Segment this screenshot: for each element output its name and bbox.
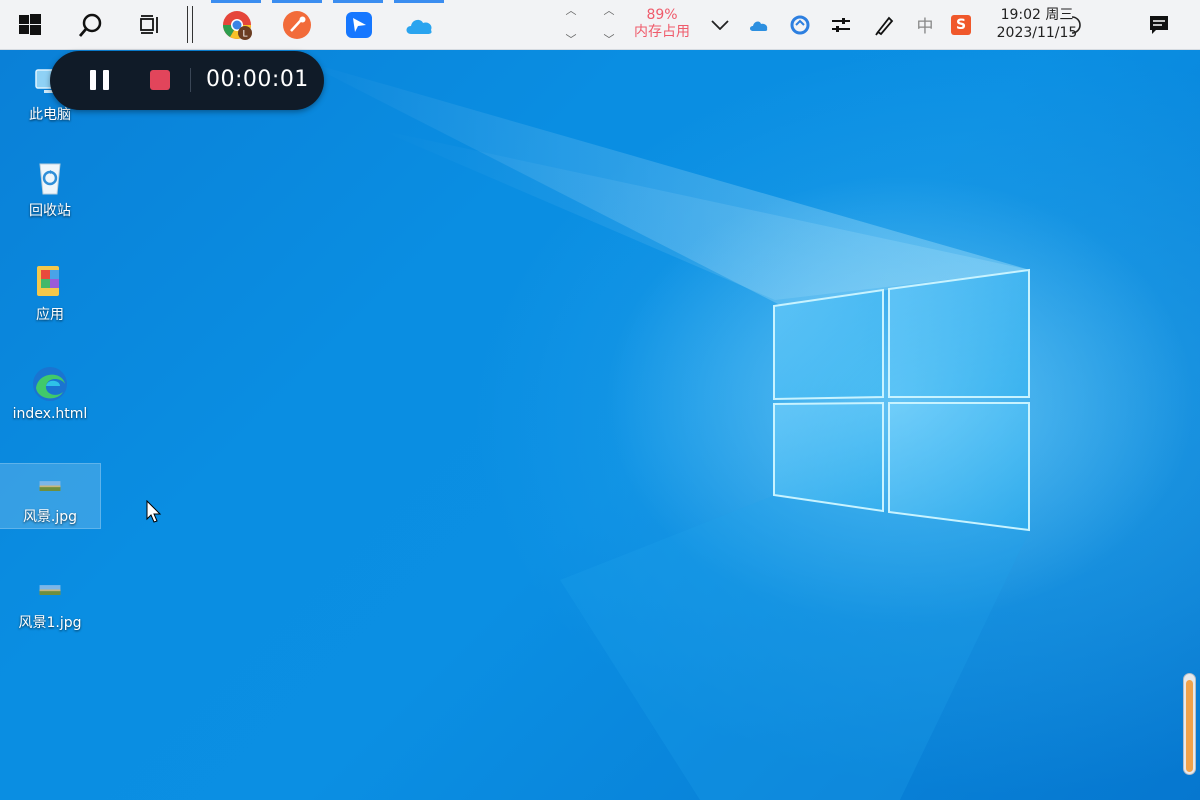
taskbar-app-onedrive[interactable] [396,0,442,49]
image-file-icon [39,585,61,595]
desktop-background: 此电脑 回收站 应用 index.html 风景.jpg 风景1.jpg [0,0,1200,800]
desktop-icon-label: 回收站 [29,203,71,219]
sogou-icon: S [951,14,971,35]
stop-button[interactable] [150,70,170,90]
clock-sync-indicator [1066,0,1084,49]
desktop-icon-landscape1-jpg[interactable]: 风景1.jpg [0,570,100,634]
desktop-icon-label: 应用 [36,307,64,323]
image-file-icon [39,481,61,491]
memory-percent: 89% [646,7,678,23]
chrome-icon: L [223,10,252,40]
screen-recorder-bar: 00:00:01 [50,51,324,110]
edge-icon [33,367,67,401]
ime-indicator[interactable]: 中 [910,0,940,49]
side-scroll-handle[interactable] [1183,673,1196,775]
taskbar-scroll-arrows[interactable]: ︿ ﹀ [561,0,581,49]
sliders-icon [832,17,850,32]
taskbar-divider [187,6,188,43]
task-view-icon [140,14,158,34]
svg-text:L: L [242,29,247,39]
taskbar-app-postman[interactable] [274,0,320,49]
search-button[interactable] [70,0,110,49]
sogou-letter: S [955,16,967,33]
chevron-down-icon[interactable]: ﹀ [604,31,615,47]
chevron-up-icon[interactable]: ︿ [604,2,615,18]
windows-start-icon [19,13,41,35]
pause-icon [90,70,96,90]
notification-center-button[interactable] [1142,0,1176,49]
notification-icon [1150,15,1168,34]
recycle-bin-icon [39,163,61,195]
task-view-button[interactable] [130,0,170,49]
memory-label: 内存占用 [634,24,690,40]
search-icon [78,13,102,37]
taskbar: L ︿ ﹀ ︿ ﹀ 89% 内存占用 中 S 19:02 周三 2023/11/… [0,0,1200,50]
tray-pen[interactable] [870,0,900,49]
chevron-down-icon [711,19,729,30]
pause-icon [103,70,109,90]
cloud-icon [406,19,432,34]
tray-sogou[interactable]: S [946,0,976,49]
tray-overflow-button[interactable] [706,0,734,49]
taskbar-app-feishu[interactable] [336,0,382,49]
apps-folder-icon [37,266,59,296]
pause-button[interactable] [90,70,112,90]
tray-scroll-arrows[interactable]: ︿ ﹀ [599,0,619,49]
postman-icon [283,10,311,39]
start-button[interactable] [10,0,50,49]
sync-icon [790,15,810,34]
refresh-icon [1071,15,1081,34]
side-scroll-fill [1186,680,1193,772]
chevron-down-icon[interactable]: ﹀ [566,31,577,47]
taskbar-divider [192,6,193,43]
feishu-icon [346,11,372,38]
mouse-cursor-icon [146,500,162,523]
recorder-divider [190,68,191,92]
chevron-up-icon[interactable]: ︿ [566,2,577,18]
desktop-icon-index-html[interactable]: index.html [0,364,100,428]
tray-onedrive[interactable] [744,0,774,49]
ime-label: 中 [916,17,934,37]
desktop-icon-apps[interactable]: 应用 [0,262,100,326]
tray-settings-sliders[interactable] [826,0,856,49]
taskbar-app-chrome[interactable]: L [214,0,260,49]
recording-timer: 00:00:01 [206,67,309,92]
windows-wallpaper-art [300,60,1030,800]
pen-icon [875,16,894,35]
windows-logo [773,268,1030,532]
desktop-icon-label: 风景1.jpg [18,615,82,631]
tray-sync-app[interactable] [785,0,815,49]
desktop-icon-label: index.html [12,406,88,422]
desktop-icon-recycle-bin[interactable]: 回收站 [0,158,100,222]
desktop-icon-label: 风景.jpg [22,509,78,525]
memory-usage-widget[interactable]: 89% 内存占用 [624,7,700,41]
cloud-icon [750,21,768,31]
desktop-icon-landscape-jpg[interactable]: 风景.jpg [0,463,101,529]
